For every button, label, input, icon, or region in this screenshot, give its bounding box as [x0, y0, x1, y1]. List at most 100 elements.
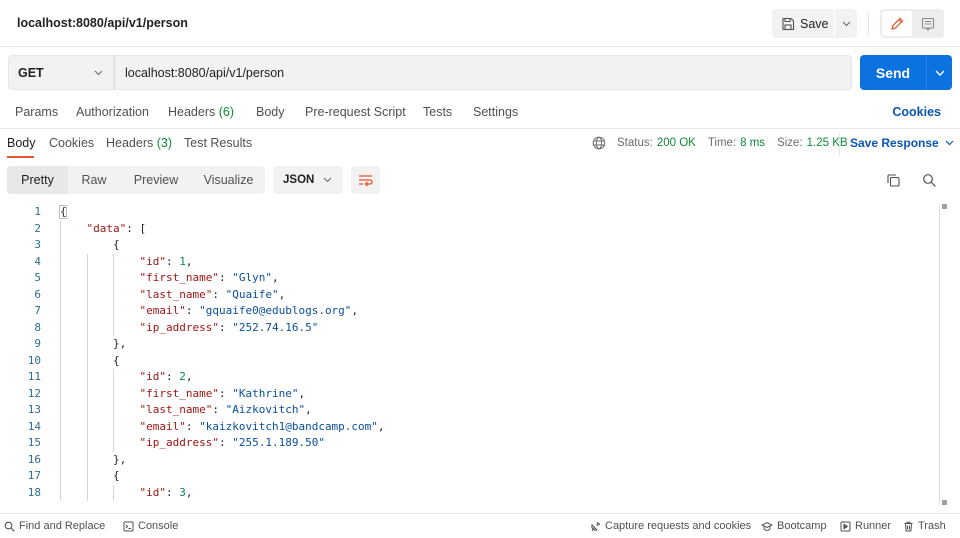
response-tab-test-results[interactable]: Test Results [184, 136, 252, 150]
response-tab-headers[interactable]: Headers (3) [106, 136, 172, 150]
tab-label: Tests [423, 105, 453, 119]
tab-tests[interactable]: Tests [423, 105, 452, 119]
url-input[interactable]: localhost:8080/api/v1/person [114, 55, 852, 90]
divider [868, 12, 869, 36]
code-line: 18 "id": 3, [0, 485, 940, 502]
send-dropdown-button[interactable] [926, 55, 952, 90]
code-token: }, [113, 452, 127, 466]
send-button[interactable]: Send [860, 55, 926, 90]
code-token: "id" [139, 254, 167, 268]
tab-body[interactable]: Body [256, 105, 285, 119]
status-value[interactable]: 200 OK [657, 137, 696, 149]
line-number: 12 [27, 386, 41, 400]
line-number: 4 [34, 254, 41, 268]
status-bar: Find and Replace Console Capture request… [0, 513, 960, 538]
code-token: : [185, 419, 200, 433]
chevron-down-icon [94, 70, 103, 76]
size-value[interactable]: 1.25 KB [807, 137, 848, 149]
globe-icon[interactable] [592, 136, 606, 150]
line-number: 6 [34, 287, 41, 301]
url-value: localhost:8080/api/v1/person [125, 65, 285, 80]
code-token: : [212, 403, 226, 416]
view-preview[interactable]: Preview [120, 166, 192, 194]
wrap-lines-button[interactable] [351, 166, 380, 194]
save-response-label: Save Response [850, 136, 939, 150]
response-tab-cookies[interactable]: Cookies [49, 136, 94, 150]
line-number: 13 [27, 403, 41, 416]
code-token: "data" [86, 221, 127, 235]
code-line: 8 "ip_address": "252.74.16.5" [0, 320, 940, 337]
time-label: Time: [707, 137, 737, 149]
runner-button[interactable]: Runner [840, 520, 891, 532]
headers-count: (6) [218, 105, 235, 119]
code-text: "data": [ [87, 221, 147, 238]
tab-label: Authorization [76, 105, 149, 119]
find-replace-label: Find and Replace [19, 520, 106, 532]
response-tab-body[interactable]: Body [7, 136, 36, 150]
code-token: "last_name" [139, 287, 213, 301]
view-visualize[interactable]: Visualize [192, 166, 265, 194]
time-value[interactable]: 8 ms [740, 137, 765, 149]
scroll-up-arrow[interactable] [942, 204, 947, 209]
find-replace-button[interactable]: Find and Replace [4, 520, 105, 532]
format-value: JSON [283, 174, 315, 186]
scroll-down-arrow[interactable] [942, 500, 947, 505]
code-text: { [113, 353, 120, 370]
tab-pre-request-script[interactable]: Pre-request Script [305, 105, 406, 119]
save-response-button[interactable]: Save Response [850, 136, 954, 150]
tab-settings[interactable]: Settings [473, 105, 518, 119]
method-value: GET [18, 65, 44, 80]
tab-headers[interactable]: Headers (6) [168, 105, 234, 119]
tab-authorization[interactable]: Authorization [76, 105, 149, 119]
code-token: , [351, 304, 359, 317]
chevron-down-icon [842, 21, 851, 27]
code-token: , [298, 386, 306, 400]
code-text: "id": 2, [140, 369, 193, 386]
line-number: 2 [34, 221, 41, 235]
code-line: 13 "last_name": "Aizkovitch", [0, 402, 940, 419]
code-token: { [113, 238, 120, 251]
code-token: "kaizkovitch1@bandcamp.com" [199, 419, 378, 433]
code-token: "Quaife" [225, 287, 279, 301]
search-button[interactable] [920, 171, 938, 189]
request-title[interactable]: localhost:8080/api/v1/person [17, 16, 188, 30]
view-raw[interactable]: Raw [68, 166, 120, 194]
code-token: 1 [179, 254, 186, 268]
console-button[interactable]: Console [123, 520, 178, 532]
code-token: "first_name" [139, 386, 219, 400]
code-text: "last_name": "Aizkovitch", [140, 402, 312, 419]
indent-guide [113, 369, 114, 452]
graduation-cap-icon [761, 521, 773, 532]
satellite-icon [590, 521, 601, 532]
size-label: Size: [777, 137, 803, 149]
cookies-link[interactable]: Cookies [892, 105, 941, 119]
code-token: , [305, 403, 312, 416]
trash-button[interactable]: Trash [903, 520, 946, 532]
edit-mode-button[interactable] [882, 11, 912, 36]
code-token: "id" [139, 485, 167, 499]
tab-params[interactable]: Params [15, 105, 58, 119]
code-token: "last_name" [139, 403, 213, 416]
capture-button[interactable]: Capture requests and cookies [590, 520, 751, 532]
view-pretty[interactable]: Pretty [7, 166, 68, 194]
code-line: 15 "ip_address": "255.1.189.50" [0, 435, 940, 452]
code-token: , [185, 254, 193, 268]
tab-label: Cookies [49, 136, 95, 150]
response-body-editor[interactable]: 1{2 "data": [3{4 "id": 1, 5 "first_name": "G… [0, 202, 940, 508]
code-token: : [166, 485, 180, 499]
save-button[interactable]: Save [772, 9, 834, 38]
indent-guide [113, 484, 114, 501]
search-icon [922, 173, 937, 188]
method-select[interactable]: GET [8, 55, 114, 90]
code-token: "255.1.189.50" [232, 436, 325, 449]
comment-mode-button[interactable] [913, 11, 943, 36]
search-icon [4, 521, 15, 532]
copy-button[interactable] [884, 171, 902, 189]
bootcamp-button[interactable]: Bootcamp [761, 520, 827, 532]
runner-label: Runner [855, 520, 892, 532]
save-dropdown-button[interactable] [835, 9, 857, 38]
code-text: "id": 3, [140, 485, 193, 502]
save-icon [781, 17, 795, 31]
format-select[interactable]: JSON [273, 166, 343, 194]
scrollbar-track[interactable] [939, 205, 940, 505]
